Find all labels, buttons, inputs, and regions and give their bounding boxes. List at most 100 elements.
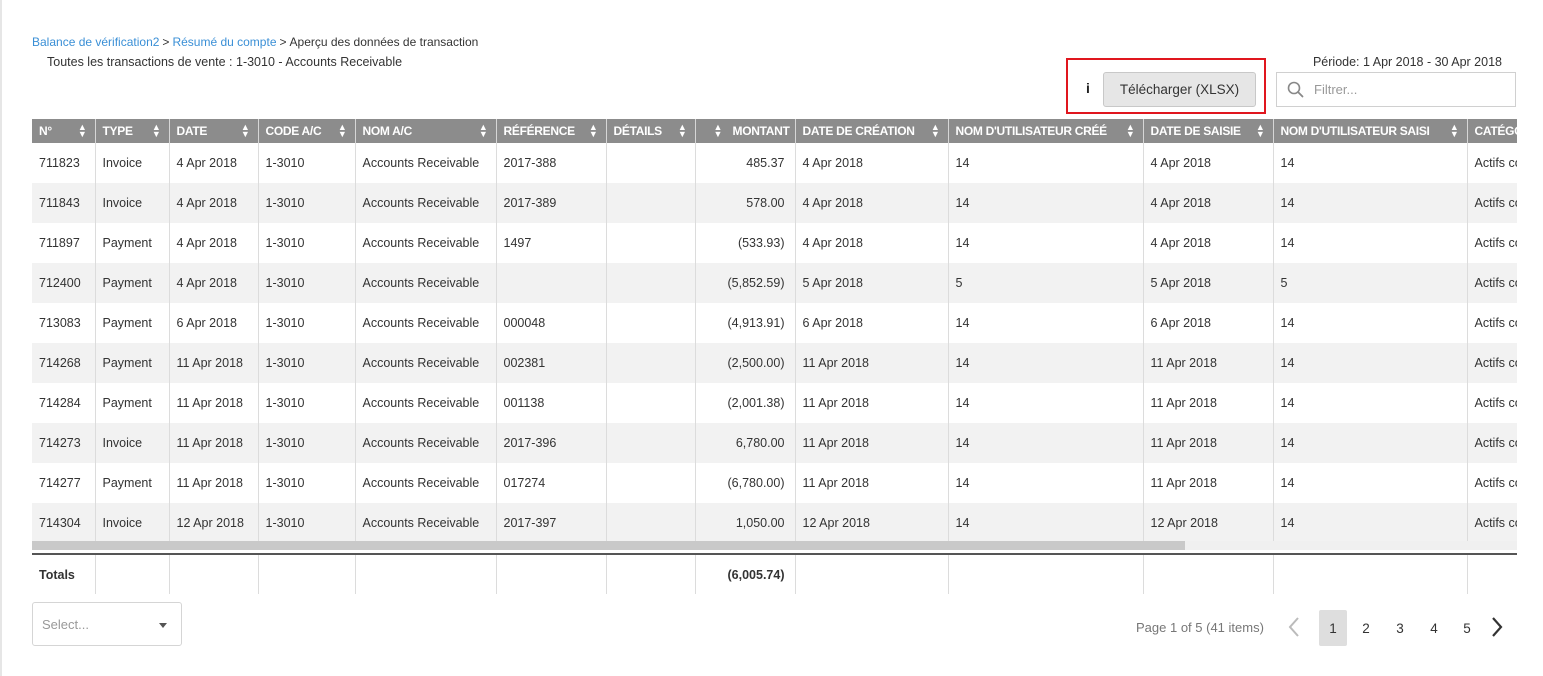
col-created-user-cell: 14: [948, 223, 1144, 263]
totals-cell: [169, 553, 259, 594]
page-2-button[interactable]: 2: [1352, 610, 1380, 646]
table-header-row: N° ▲ ▼ TYPE ▲ ▼ DATE ▲ ▼ CODE A/C ▲ ▼ NOM A/C ▲ ▼ RÉFÉR…: [32, 119, 1517, 143]
col-number-cell: 711843: [32, 183, 96, 223]
pagination-info: Page 1 of 5 (41 items): [1136, 620, 1264, 635]
info-icon[interactable]: i: [1086, 80, 1090, 96]
col-details-cell: [606, 183, 696, 223]
horizontal-scrollbar-thumb[interactable]: [32, 541, 1185, 550]
col-details-header[interactable]: DÉTAILS ▲ ▼: [606, 119, 696, 143]
col-created-date-cell: 4 Apr 2018: [795, 143, 949, 183]
page-1-button[interactable]: 1: [1319, 610, 1347, 646]
col-category-cell: Actifs courants: [1467, 263, 1517, 303]
sort-icon[interactable]: ▲ ▼: [479, 123, 488, 139]
col-type-header[interactable]: TYPE ▲ ▼: [95, 119, 170, 143]
sort-icon[interactable]: ▲ ▼: [678, 123, 687, 139]
col-category-cell: Actifs courants: [1467, 423, 1517, 463]
col-entry-date-cell: 11 Apr 2018: [1143, 343, 1274, 383]
table-row[interactable]: 714273 Invoice 11 Apr 2018 1-3010 Accounts R…: [32, 423, 1517, 463]
sort-icon[interactable]: ▲ ▼: [1126, 123, 1135, 139]
col-account-name-cell: Accounts Receivable: [355, 143, 497, 183]
column-header-label: N°: [39, 124, 52, 138]
col-created-date-cell: 5 Apr 2018: [795, 263, 949, 303]
table-row[interactable]: 714284 Payment 11 Apr 2018 1-3010 Accounts R…: [32, 383, 1517, 423]
totals-cell: [948, 553, 1144, 594]
sort-icon[interactable]: ▲ ▼: [241, 123, 250, 139]
filter-input[interactable]: [1312, 81, 1506, 98]
col-date-cell: 4 Apr 2018: [169, 183, 259, 223]
sort-icon[interactable]: ▲ ▼: [152, 123, 161, 139]
table-row[interactable]: 712400 Payment 4 Apr 2018 1-3010 Accounts Re…: [32, 263, 1517, 303]
table-row[interactable]: 711897 Payment 4 Apr 2018 1-3010 Accounts Re…: [32, 223, 1517, 263]
col-details-cell: [606, 223, 696, 263]
table-row[interactable]: 713083 Payment 6 Apr 2018 1-3010 Accounts Re…: [32, 303, 1517, 343]
col-amount-cell: (2,500.00): [695, 343, 796, 383]
col-category-cell: Actifs courants: [1467, 143, 1517, 183]
table-row[interactable]: 714268 Payment 11 Apr 2018 1-3010 Accounts R…: [32, 343, 1517, 383]
col-details-cell: [606, 143, 696, 183]
col-date-header[interactable]: DATE ▲ ▼: [169, 119, 259, 143]
table-row[interactable]: 711843 Invoice 4 Apr 2018 1-3010 Accounts Re…: [32, 183, 1517, 223]
col-account-name-cell: Accounts Receivable: [355, 503, 497, 543]
col-reference-header[interactable]: RÉFÉRENCE ▲ ▼: [496, 119, 607, 143]
col-category-cell: Actifs courants: [1467, 503, 1517, 543]
col-category-cell: Actifs courants: [1467, 183, 1517, 223]
col-account-code-cell: 1-3010: [258, 383, 356, 423]
col-details-cell: [606, 303, 696, 343]
totals-cell: [258, 553, 356, 594]
download-xlsx-button[interactable]: Télécharger (XLSX): [1103, 72, 1256, 107]
page-size-select[interactable]: Select...: [32, 602, 182, 646]
page-4-button[interactable]: 4: [1420, 610, 1448, 646]
col-created-user-header[interactable]: NOM D'UTILISATEUR CRÉÉ ▲ ▼: [948, 119, 1144, 143]
totals-row: Totals (6,005.74): [32, 553, 1517, 594]
col-entry-user-cell: 14: [1273, 463, 1468, 503]
col-entry-date-cell: 5 Apr 2018: [1143, 263, 1274, 303]
col-details-cell: [606, 423, 696, 463]
col-created-date-header[interactable]: DATE DE CRÉATION ▲ ▼: [795, 119, 949, 143]
col-entry-date-header[interactable]: DATE DE SAISIE ▲ ▼: [1143, 119, 1274, 143]
transactions-table: N° ▲ ▼ TYPE ▲ ▼ DATE ▲ ▼ CODE A/C ▲ ▼ NOM A/C ▲ ▼ RÉFÉR…: [32, 119, 1517, 594]
totals-label: Totals: [32, 553, 96, 594]
col-reference-cell: 002381: [496, 343, 607, 383]
sort-icon[interactable]: ▲ ▼: [338, 123, 347, 139]
col-date-cell: 4 Apr 2018: [169, 143, 259, 183]
col-account-name-header[interactable]: NOM A/C ▲ ▼: [355, 119, 497, 143]
col-date-cell: 11 Apr 2018: [169, 423, 259, 463]
sort-icon[interactable]: ▲ ▼: [1256, 123, 1265, 139]
sort-icon[interactable]: ▲ ▼: [931, 123, 940, 139]
col-amount-header[interactable]: MONTANT ▲ ▼: [695, 119, 796, 143]
col-number-header[interactable]: N° ▲ ▼: [32, 119, 96, 143]
breadcrumb-trial-balance-link[interactable]: Balance de vérification2: [32, 35, 159, 49]
col-type-cell: Payment: [95, 303, 170, 343]
col-entry-user-cell: 5: [1273, 263, 1468, 303]
col-type-cell: Invoice: [95, 503, 170, 543]
sort-icon[interactable]: ▲ ▼: [589, 123, 598, 139]
col-entry-user-header[interactable]: NOM D'UTILISATEUR SAISI ▲ ▼: [1273, 119, 1468, 143]
breadcrumb-account-summary-link[interactable]: Résumé du compte: [172, 35, 276, 49]
previous-page-button[interactable]: [1287, 616, 1301, 641]
period-label: Période: 1 Apr 2018 - 30 Apr 2018: [1312, 55, 1502, 69]
sort-icon[interactable]: ▲ ▼: [1450, 123, 1459, 139]
filter-field[interactable]: [1276, 72, 1516, 107]
col-date-cell: 4 Apr 2018: [169, 223, 259, 263]
totals-cell: [1273, 553, 1468, 594]
page-3-button[interactable]: 3: [1386, 610, 1414, 646]
col-created-user-cell: 14: [948, 423, 1144, 463]
table-row[interactable]: 714277 Payment 11 Apr 2018 1-3010 Accounts R…: [32, 463, 1517, 503]
col-entry-user-cell: 14: [1273, 303, 1468, 343]
col-number-cell: 714277: [32, 463, 96, 503]
sort-icon[interactable]: ▲ ▼: [714, 123, 723, 139]
col-category-header[interactable]: CATÉGORIE: [1467, 119, 1517, 143]
left-border: [0, 0, 2, 676]
col-type-cell: Payment: [95, 263, 170, 303]
col-account-name-cell: Accounts Receivable: [355, 423, 497, 463]
next-page-button[interactable]: [1490, 616, 1504, 641]
col-date-cell: 11 Apr 2018: [169, 343, 259, 383]
col-date-cell: 6 Apr 2018: [169, 303, 259, 343]
col-account-code-cell: 1-3010: [258, 303, 356, 343]
table-row[interactable]: 711823 Invoice 4 Apr 2018 1-3010 Accounts Re…: [32, 143, 1517, 183]
sort-icon[interactable]: ▲ ▼: [78, 123, 87, 139]
page-5-button[interactable]: 5: [1453, 610, 1481, 646]
col-account-code-header[interactable]: CODE A/C ▲ ▼: [258, 119, 356, 143]
col-amount-cell: (533.93): [695, 223, 796, 263]
table-row[interactable]: 714304 Invoice 12 Apr 2018 1-3010 Accounts R…: [32, 503, 1517, 543]
